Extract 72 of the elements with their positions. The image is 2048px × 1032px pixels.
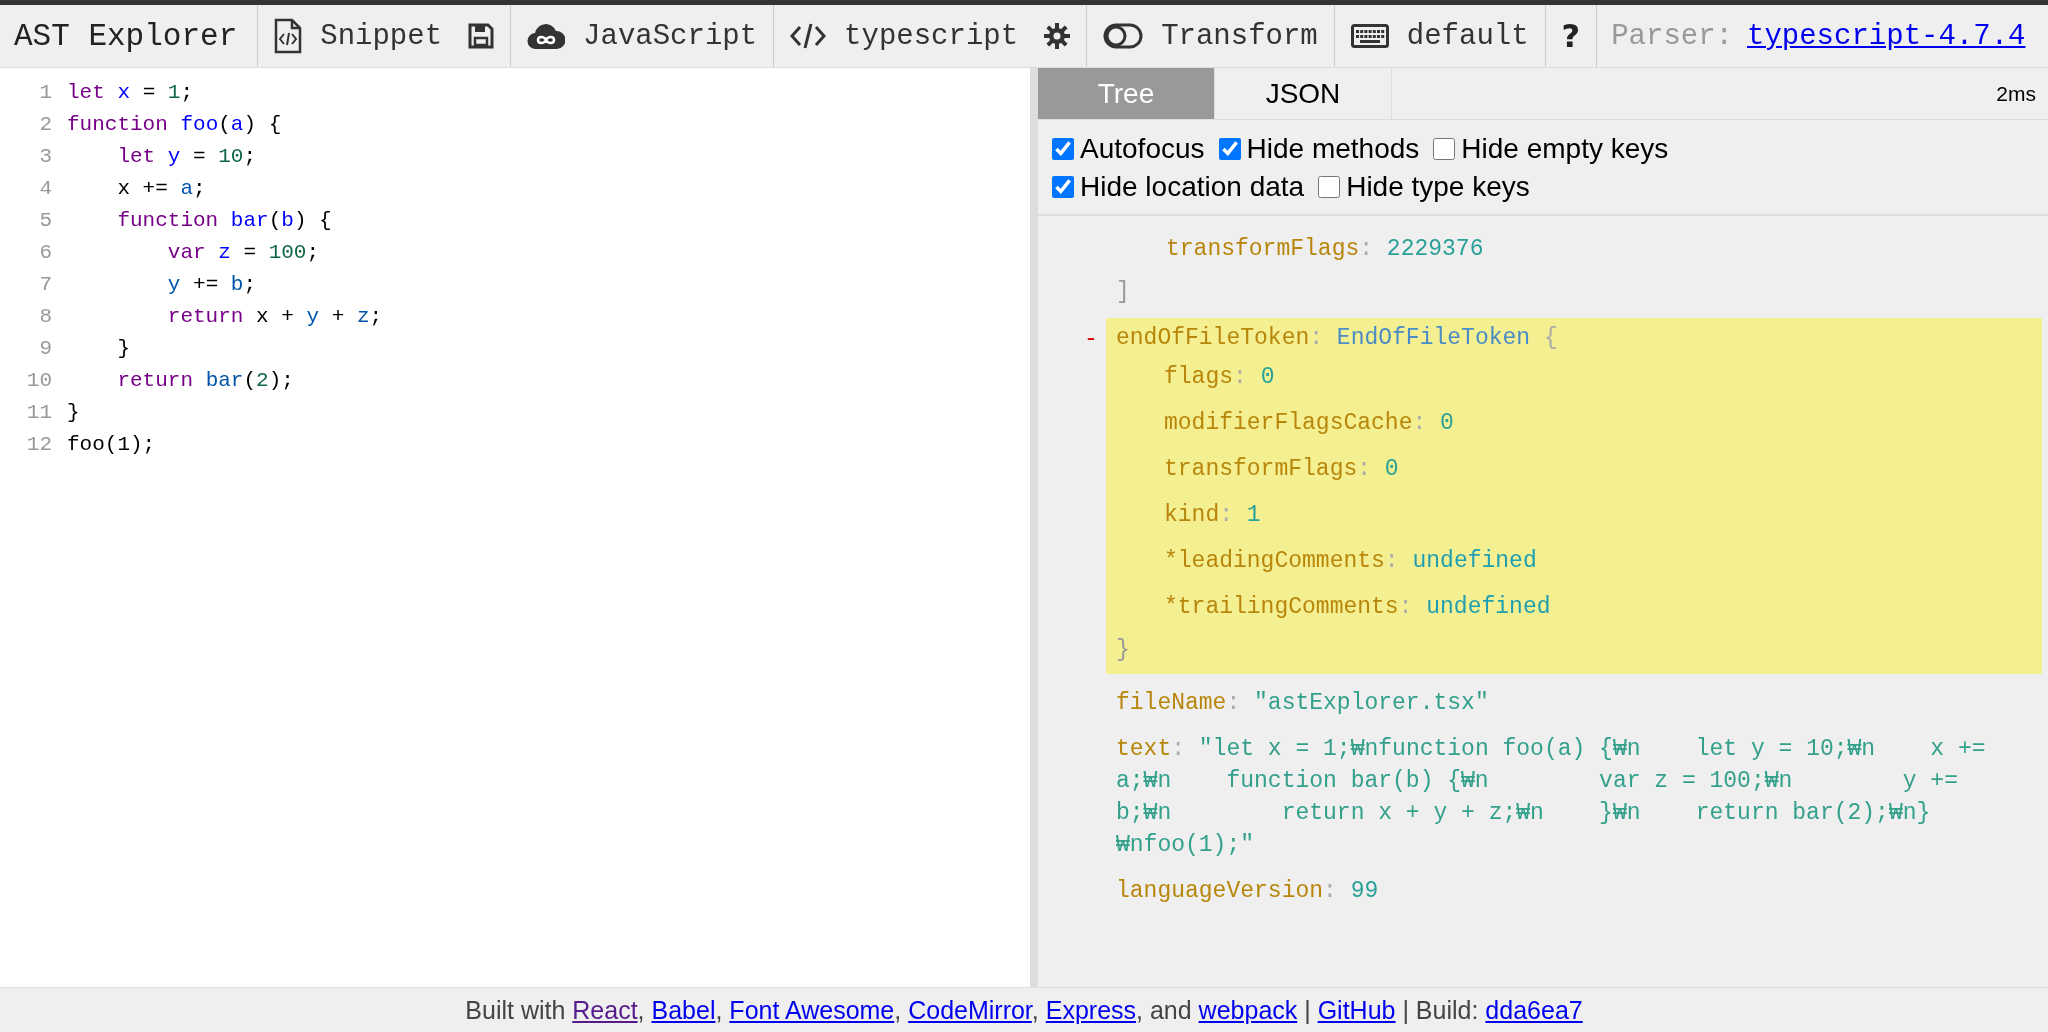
code-icon [790,22,827,50]
checkbox[interactable] [1052,138,1074,160]
parser-version-link[interactable]: typescript-4.7.4 [1747,19,2026,53]
checkbox[interactable] [1433,138,1456,160]
footer-link[interactable]: React [572,995,638,1024]
tree-property: transformFlags: 0 [1164,455,1400,484]
checkbox[interactable] [1318,176,1341,198]
code-line: y += b; [166,272,257,296]
tree-property: text: "let x = 1;₩nfunction foo(a) {₩n let y = 10;₩n x += a;₩n function bar(b) {₩n var z = 100;₩n y += b;₩n return x + y + z;₩n }₩n return bar(2);₩n}₩nfoo(1);" [1116,735,1986,860]
parse-time: 2ms [1996,81,2037,106]
code-line: var z = 100; [166,240,320,264]
footer-link[interactable]: Font Awesome [729,995,895,1024]
line-number: 3 [38,144,53,168]
code-line: return bar(2); [116,368,294,392]
closing-bracket: ] [1116,278,1131,307]
footer-link[interactable]: GitHub [1317,995,1396,1024]
option-checkbox[interactable]: Hide methods [1218,130,1420,168]
option-checkbox[interactable]: Hide location data [1052,168,1305,206]
tree-property: *trailingComments: undefined [1164,593,1552,622]
code-line: foo(1); [67,432,156,456]
code-line: x += a; [116,176,206,200]
closing-bracket: } [1116,636,1131,665]
keyboard-icon [1350,24,1389,48]
line-number: 11 [25,400,53,424]
footer-link[interactable]: webpack [1198,995,1298,1024]
snippet-button[interactable]: Snippet [272,14,445,58]
settings-icon [1044,23,1071,49]
parser-button[interactable]: typescript [788,15,1021,57]
checkbox[interactable] [1052,176,1074,198]
checkbox[interactable] [1218,138,1241,160]
option-checkbox[interactable]: Hide type keys [1318,168,1530,206]
line-number: 8 [38,304,53,328]
code-line: } [116,336,130,360]
code-line: function foo(a) { [67,112,282,136]
parser-label: Parser: [1611,19,1733,53]
line-number: 7 [38,272,53,296]
collapse-toggle[interactable]: - [1084,326,1098,352]
line-number: 5 [38,208,53,232]
footer-link[interactable]: CodeMirror [908,995,1032,1024]
line-number: 1 [38,80,53,104]
code-line: let y = 10; [116,144,257,168]
splitter-handle[interactable] [1030,68,1038,987]
line-number: 12 [25,432,53,456]
tree-property: flags: 0 [1164,363,1276,392]
tree-property: kind: 1 [1164,501,1262,530]
app-title: AST Explorer [14,18,239,54]
footer-link[interactable]: dda6ea7 [1485,995,1583,1024]
line-number: 4 [38,176,53,200]
keymap-button[interactable]: default [1348,15,1531,57]
tree-property: modifierFlagsCache: 0 [1164,409,1455,438]
code-line: return x + y + z; [166,304,383,328]
line-number: 10 [25,368,53,392]
line-number: 9 [38,336,53,360]
tree-property: languageVersion: 99 [1116,877,1380,906]
footer-credits: Built with React, Babel, Font Awesome, CodeMirror, Express, and webpack | GitHub | Build: dda6ea7 [465,995,1583,1025]
tree-property: transformFlags: 2229376 [1166,235,1485,264]
footer-link[interactable]: Babel [651,995,716,1024]
option-checkbox[interactable]: Hide empty keys [1433,130,1669,168]
cloud-icon [527,22,566,50]
footer-link[interactable]: Express [1045,995,1137,1024]
code-line: function bar(b) { [116,208,332,232]
help-button[interactable]: ? [1559,13,1583,59]
category-button[interactable]: JavaScript [525,15,760,57]
transform-toggle[interactable]: Transform [1101,15,1320,57]
code-line: let x = 1; [67,80,194,104]
tree-property: fileName: "astExplorer.tsx" [1116,689,1490,718]
code-line: } [67,400,80,424]
line-number: 2 [38,112,53,136]
file-code-icon [274,18,303,54]
tree-property: *leadingComments: undefined [1164,547,1538,576]
line-number: 6 [38,240,53,264]
option-checkbox[interactable]: Autofocus [1052,130,1205,168]
